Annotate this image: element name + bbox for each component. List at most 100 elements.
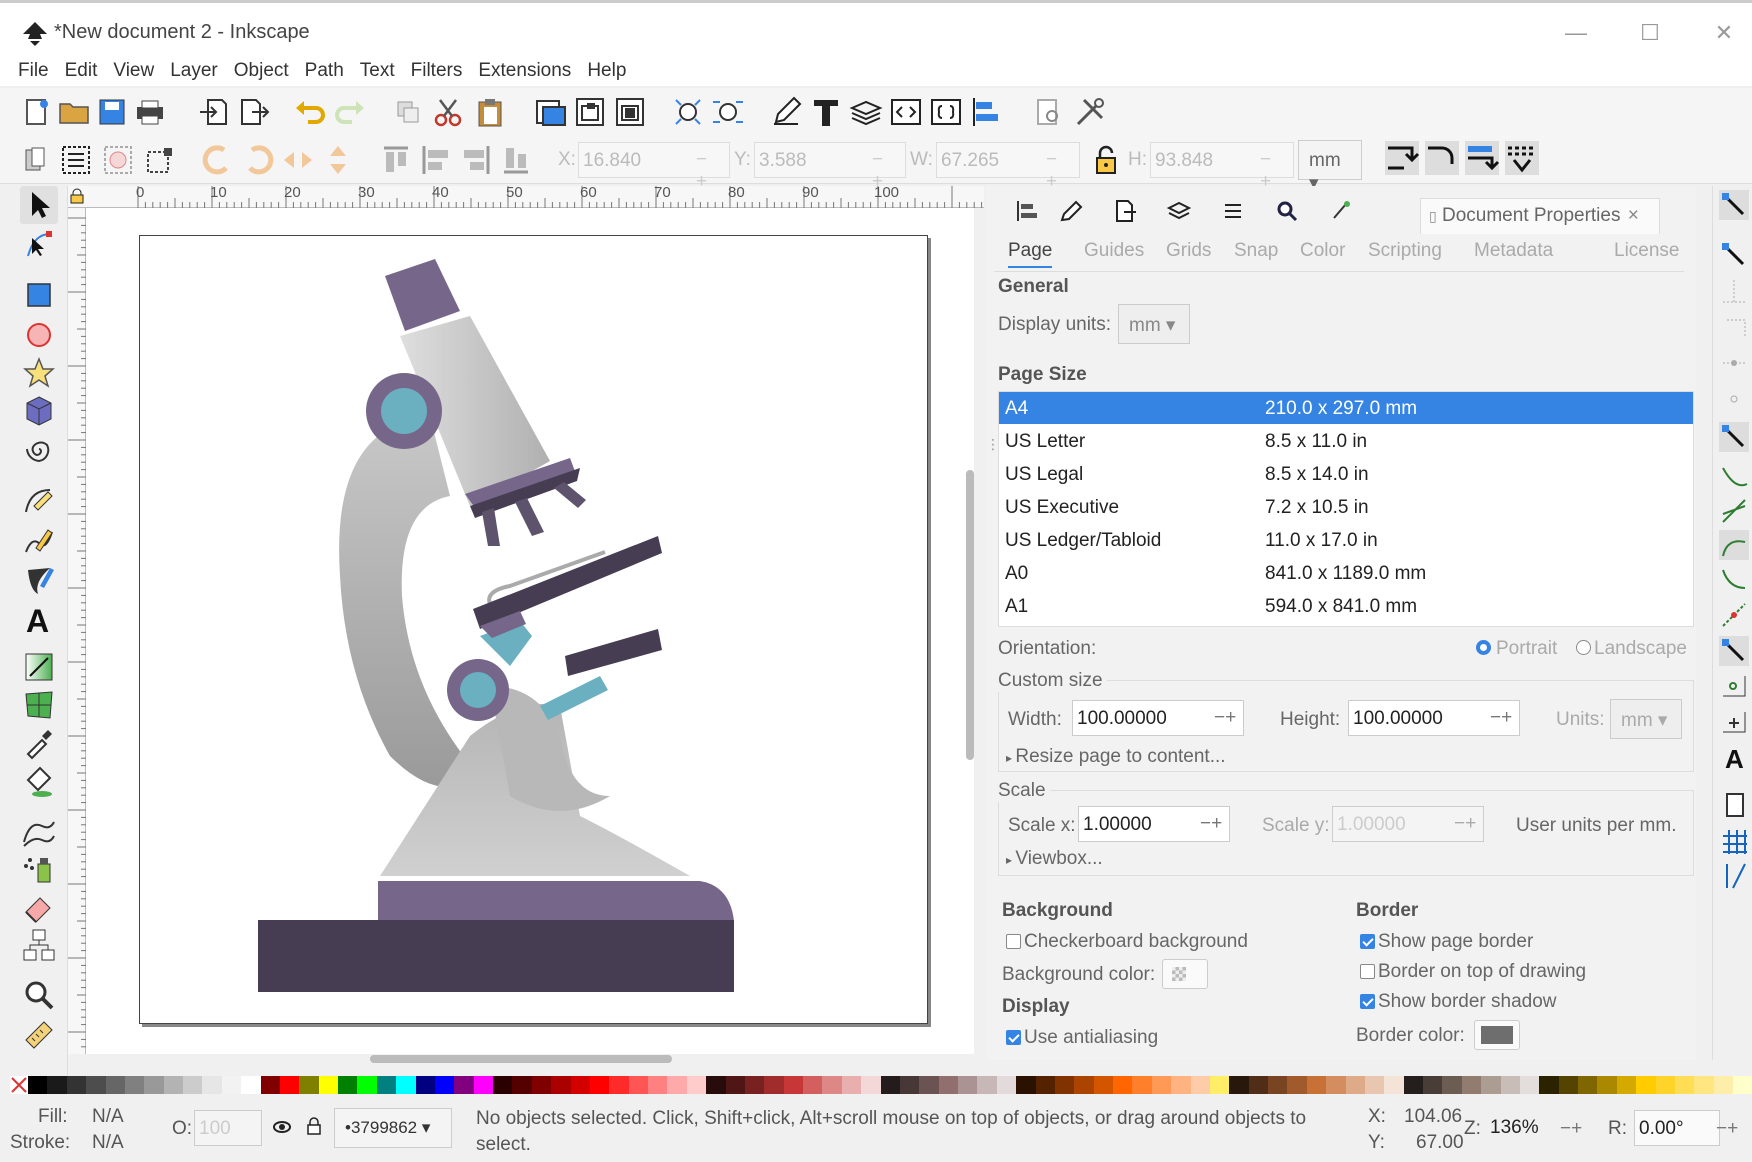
tab-color[interactable]: Color bbox=[1300, 240, 1345, 262]
tab-scripting[interactable]: Scripting bbox=[1368, 240, 1442, 262]
palette-swatch[interactable] bbox=[338, 1076, 358, 1094]
palette-swatch[interactable] bbox=[1268, 1076, 1288, 1094]
menu-object[interactable]: Object bbox=[226, 58, 297, 84]
table-row[interactable]: A0 841.0 x 1189.0 mm bbox=[999, 557, 1693, 589]
undo-icon[interactable] bbox=[292, 94, 328, 130]
palette-swatch[interactable] bbox=[1500, 1076, 1520, 1094]
border-on-top-checkbox[interactable] bbox=[1360, 964, 1375, 979]
deselect-icon[interactable] bbox=[100, 142, 136, 178]
height-stepper[interactable]: −+ bbox=[1490, 707, 1512, 729]
rotation-stepper[interactable]: −+ bbox=[1716, 1118, 1738, 1140]
palette-swatch[interactable] bbox=[493, 1076, 513, 1094]
eraser-tool-icon[interactable] bbox=[20, 888, 58, 926]
palette-swatch[interactable] bbox=[628, 1076, 648, 1094]
xml-tab-icon[interactable] bbox=[1326, 196, 1356, 226]
palette-swatch[interactable] bbox=[1384, 1076, 1404, 1094]
palette-swatch[interactable] bbox=[1326, 1076, 1346, 1094]
snap-others-icon[interactable] bbox=[1719, 636, 1749, 666]
palette-swatch[interactable] bbox=[977, 1076, 997, 1094]
palette-swatch[interactable] bbox=[1054, 1076, 1075, 1094]
select-all-icon[interactable] bbox=[18, 142, 54, 178]
zoom-page-icon[interactable] bbox=[612, 94, 648, 130]
print-icon[interactable] bbox=[132, 94, 168, 130]
checkerboard-checkbox[interactable] bbox=[1006, 934, 1021, 949]
x-input[interactable]: 16.840 bbox=[578, 142, 730, 178]
node-tool-icon[interactable] bbox=[20, 226, 58, 264]
viewbox-expander[interactable]: ▸ Viewbox... bbox=[1006, 848, 1103, 870]
palette-swatch[interactable] bbox=[454, 1076, 474, 1094]
tab-metadata[interactable]: Metadata bbox=[1474, 240, 1553, 262]
measure-tool-icon[interactable] bbox=[20, 1016, 58, 1054]
zoom-tool-icon[interactable] bbox=[20, 976, 58, 1014]
pencil-tool-icon[interactable] bbox=[20, 522, 58, 560]
palette-swatch[interactable] bbox=[1016, 1076, 1036, 1094]
palette-swatch[interactable] bbox=[260, 1076, 280, 1094]
cut-icon[interactable] bbox=[430, 94, 466, 130]
palette-swatch[interactable] bbox=[1364, 1076, 1385, 1094]
horizontal-scrollbar[interactable] bbox=[370, 1055, 672, 1063]
paint-bucket-tool-icon[interactable] bbox=[20, 762, 58, 800]
palette-swatch[interactable] bbox=[396, 1076, 416, 1094]
w-input[interactable]: 67.265 bbox=[936, 142, 1080, 178]
scale-corners-icon[interactable] bbox=[1424, 140, 1460, 176]
scale-stroke-icon[interactable] bbox=[1384, 140, 1420, 176]
palette-swatch[interactable] bbox=[1171, 1076, 1191, 1094]
palette-swatch[interactable] bbox=[1578, 1076, 1598, 1094]
zoom-input[interactable]: 136% bbox=[1486, 1110, 1556, 1146]
ellipse-tool-icon[interactable] bbox=[20, 316, 58, 354]
lock-icon[interactable] bbox=[1088, 142, 1124, 178]
palette-swatch[interactable] bbox=[124, 1076, 145, 1094]
y-input[interactable]: 3.588 bbox=[754, 142, 906, 178]
gradient-tool-icon[interactable] bbox=[20, 648, 58, 686]
palette-swatch[interactable] bbox=[473, 1076, 493, 1094]
palette-swatch[interactable] bbox=[1461, 1076, 1482, 1094]
3d-box-tool-icon[interactable] bbox=[20, 392, 58, 430]
export-icon[interactable] bbox=[236, 94, 272, 130]
palette-swatch[interactable] bbox=[764, 1076, 784, 1094]
duplicate-icon[interactable] bbox=[390, 94, 426, 130]
opacity-input[interactable]: 100 bbox=[194, 1110, 262, 1146]
align-distribute-icon[interactable] bbox=[968, 94, 1004, 130]
snap-bbox-corners-icon[interactable] bbox=[1719, 312, 1749, 342]
rotate-ccw-icon[interactable] bbox=[200, 142, 236, 178]
palette-swatch[interactable] bbox=[880, 1076, 900, 1094]
palette-swatch[interactable] bbox=[1345, 1076, 1365, 1094]
snap-bbox-midpoints-icon[interactable] bbox=[1719, 348, 1749, 378]
palette-swatch[interactable] bbox=[376, 1076, 397, 1094]
palette-swatch[interactable] bbox=[1403, 1076, 1423, 1094]
palette-swatch[interactable] bbox=[28, 1076, 48, 1094]
palette-swatch[interactable] bbox=[66, 1076, 87, 1094]
palette-swatch[interactable] bbox=[318, 1076, 338, 1094]
stroke-indicator[interactable]: N/A bbox=[92, 1132, 124, 1154]
tools-icon[interactable] bbox=[1072, 94, 1108, 130]
xml-editor-pen-icon[interactable] bbox=[768, 94, 804, 130]
palette-swatch[interactable] bbox=[1733, 1076, 1752, 1094]
table-row[interactable]: US Letter 8.5 x 11.0 in bbox=[999, 425, 1693, 457]
move-patterns-icon[interactable] bbox=[1504, 140, 1540, 176]
palette-swatch[interactable] bbox=[512, 1076, 532, 1094]
palette-swatch[interactable] bbox=[531, 1076, 552, 1094]
palette-swatch[interactable] bbox=[1694, 1076, 1714, 1094]
calligraphy-tool-icon[interactable] bbox=[20, 562, 58, 600]
close-button[interactable]: ✕ bbox=[1696, 13, 1752, 53]
palette-swatch[interactable] bbox=[1674, 1076, 1695, 1094]
palette-swatch[interactable] bbox=[105, 1076, 125, 1094]
zoom-drawing-icon[interactable] bbox=[572, 94, 608, 130]
current-layer-dropdown[interactable]: •3799862 ▾ bbox=[334, 1108, 452, 1148]
snap-midpoints-icon[interactable] bbox=[1719, 600, 1749, 630]
layer-lock-icon[interactable] bbox=[306, 1116, 322, 1136]
palette-swatch[interactable] bbox=[1558, 1076, 1578, 1094]
palette-swatch[interactable] bbox=[1248, 1076, 1268, 1094]
menu-filters[interactable]: Filters bbox=[403, 58, 471, 84]
palette-swatch[interactable] bbox=[1539, 1076, 1559, 1094]
palette-swatch[interactable] bbox=[841, 1076, 862, 1094]
touch-select-icon[interactable] bbox=[142, 142, 178, 178]
palette-swatch[interactable] bbox=[1442, 1076, 1462, 1094]
xml-editor-icon[interactable] bbox=[888, 94, 924, 130]
snap-bbox-icon[interactable] bbox=[1719, 240, 1749, 270]
document-properties-icon[interactable] bbox=[928, 94, 964, 130]
palette-swatch[interactable] bbox=[609, 1076, 629, 1094]
scale-x-stepper[interactable]: −+ bbox=[1200, 813, 1222, 835]
palette-swatch[interactable] bbox=[1655, 1076, 1675, 1094]
palette-swatch[interactable] bbox=[744, 1076, 765, 1094]
